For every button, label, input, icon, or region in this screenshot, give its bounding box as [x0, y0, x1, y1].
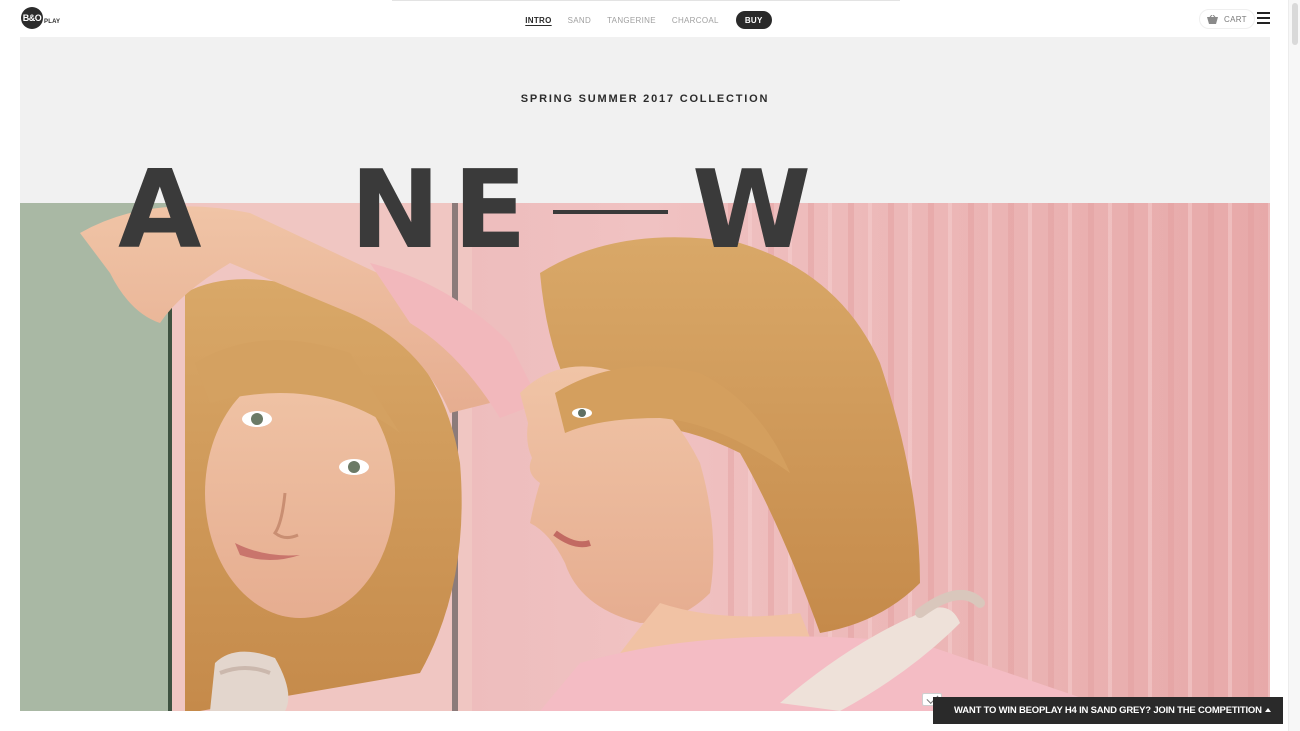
scrollbar-thumb[interactable] — [1292, 3, 1298, 45]
basket-icon — [1207, 14, 1218, 24]
main-nav: INTRO SAND TANGERINE CHARCOAL BUY — [0, 11, 1288, 29]
nav-link-sand[interactable]: SAND — [568, 16, 591, 25]
collection-eyebrow: SPRING SUMMER 2017 COLLECTION — [520, 93, 770, 105]
portrait-photo — [20, 203, 1270, 711]
cart-button[interactable]: CART — [1199, 9, 1255, 29]
hero-section: SPRING SUMMER 2017 COLLECTION A N E W — [20, 37, 1270, 711]
competition-banner-text: WANT TO WIN BEOPLAY H4 IN SAND GREY? JOI… — [954, 705, 1262, 716]
competition-banner[interactable]: WANT TO WIN BEOPLAY H4 IN SAND GREY? JOI… — [933, 697, 1283, 724]
header-divider — [392, 0, 900, 1]
hero-photo — [20, 203, 1270, 711]
site-header: B&O PLAY INTRO SAND TANGERINE CHARCOAL B… — [0, 0, 1288, 37]
page-scrollbar[interactable] — [1288, 0, 1300, 731]
hamburger-menu-icon[interactable] — [1257, 12, 1270, 24]
buy-button[interactable]: BUY — [735, 11, 772, 29]
headline-letter-a: A — [118, 148, 202, 273]
headline-dash — [553, 210, 668, 214]
nav-link-tangerine[interactable]: TANGERINE — [607, 16, 656, 25]
headline-letter-n: N — [350, 148, 441, 273]
nav-link-charcoal[interactable]: CHARCOAL — [672, 16, 719, 25]
headline-letter-w: W — [692, 148, 812, 273]
nav-link-intro[interactable]: INTRO — [525, 16, 551, 25]
caret-up-icon[interactable] — [1265, 708, 1271, 712]
cart-label: CART — [1224, 14, 1247, 24]
headline-letter-e: E — [453, 148, 527, 273]
